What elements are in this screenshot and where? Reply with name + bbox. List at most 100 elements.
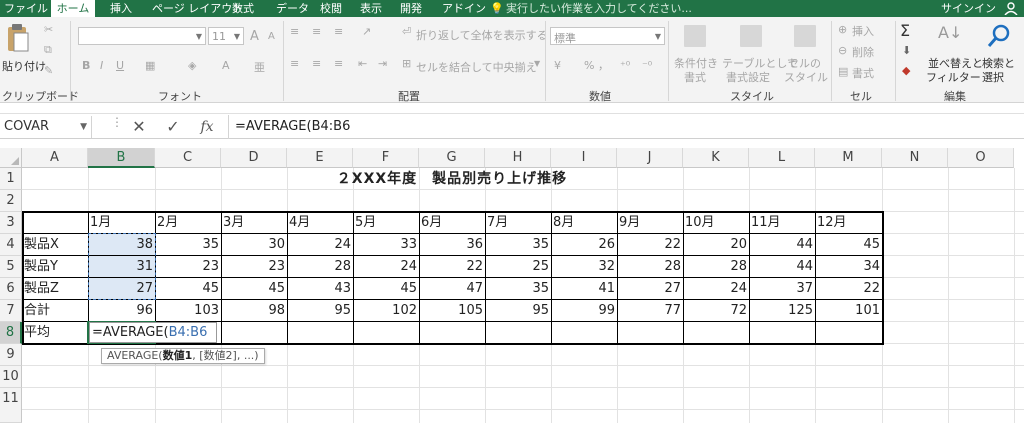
column-header-I[interactable]: I [551, 148, 617, 168]
cut-icon[interactable]: ✂ [44, 23, 53, 36]
row-header-9[interactable]: 9 [0, 344, 22, 366]
wrap-text-icon[interactable]: ⏎ [402, 25, 411, 38]
tab-2[interactable]: 挿入 [110, 0, 132, 17]
select-all-button[interactable] [0, 148, 22, 168]
name-box[interactable]: COVAR ▼ [0, 116, 92, 138]
tab-5[interactable]: データ [276, 0, 309, 17]
data-cell[interactable]: 24 [683, 278, 749, 300]
data-cell[interactable]: 28 [683, 256, 749, 278]
format-cells-icon[interactable]: ▤ [838, 65, 848, 78]
column-header-J[interactable]: J [617, 148, 683, 168]
total-cell[interactable]: 99 [551, 300, 617, 322]
insert-cells-icon[interactable]: ⊕ [838, 23, 847, 36]
total-cell[interactable]: 125 [749, 300, 815, 322]
data-cell[interactable]: 36 [419, 234, 485, 256]
total-cell[interactable]: 103 [155, 300, 221, 322]
data-cell[interactable]: 37 [749, 278, 815, 300]
find-select-button[interactable]: 検索と 選択 [978, 21, 1022, 85]
tab-9[interactable]: アドイン [442, 0, 486, 17]
comma-button[interactable]: ， [598, 57, 609, 73]
tab-6[interactable]: 校閲 [320, 0, 342, 17]
insert-function-button[interactable]: fx [196, 115, 218, 139]
tab-4[interactable]: 数式 [232, 0, 254, 17]
total-cell[interactable]: 96 [88, 300, 155, 322]
data-cell[interactable]: 20 [683, 234, 749, 256]
data-cell[interactable]: 47 [419, 278, 485, 300]
merge-icon[interactable]: ⊞ [402, 57, 411, 70]
data-cell[interactable]: 35 [155, 234, 221, 256]
data-cell[interactable]: 34 [815, 256, 882, 278]
indent-icon[interactable]: ⇤ [358, 57, 367, 70]
data-cell[interactable]: 41 [551, 278, 617, 300]
font-name-combo[interactable]: ▼ [78, 27, 206, 45]
sheet-title[interactable]: ２XXX年度 製品別売り上げ推移 [22, 168, 882, 190]
row-header-7[interactable]: 7 [0, 300, 22, 322]
tab-0[interactable]: ファイル [4, 0, 48, 17]
column-header-N[interactable]: N [882, 148, 948, 168]
tab-8[interactable]: 開発 [400, 0, 422, 17]
row-header-4[interactable]: 4 [0, 234, 22, 256]
border-icon[interactable]: ▦ [145, 59, 155, 72]
data-cell[interactable]: 22 [617, 234, 683, 256]
wrap-text-button[interactable]: 折り返して全体を表示する [416, 27, 548, 43]
chevron-down-icon[interactable]: ▼ [80, 116, 87, 138]
cell-edit-box[interactable]: =AVERAGE(B4:B6 [89, 322, 217, 343]
data-cell[interactable]: 27 [617, 278, 683, 300]
sort-filter-button[interactable]: A↓ 並べ替えと フィルター [926, 21, 983, 85]
paste-button[interactable]: 貼り付け [2, 21, 46, 81]
decrease-decimal-icon[interactable]: ⁻⁰ [642, 59, 652, 72]
data-cell[interactable]: 24 [353, 256, 419, 278]
column-header-A[interactable]: A [22, 148, 88, 168]
data-cell[interactable]: 35 [485, 278, 551, 300]
signin-link[interactable]: サインイン [941, 0, 996, 17]
cancel-button[interactable]: ✕ [128, 115, 150, 139]
total-cell[interactable]: 95 [287, 300, 353, 322]
data-cell[interactable]: 35 [485, 234, 551, 256]
row-header-8[interactable]: 8 [0, 322, 22, 344]
data-cell[interactable]: 45 [353, 278, 419, 300]
conditional-format-button[interactable]: 条件付き 書式 [672, 21, 720, 85]
total-cell[interactable]: 72 [683, 300, 749, 322]
increase-decimal-icon[interactable]: ⁺⁰ [620, 59, 630, 72]
font-color-button[interactable]: A [222, 59, 230, 72]
function-tooltip[interactable]: AVERAGE(数値1, [数値2], ...) [101, 348, 265, 364]
data-cell[interactable]: 28 [617, 256, 683, 278]
data-cell[interactable]: 25 [485, 256, 551, 278]
chevron-down-icon[interactable]: ▼ [534, 59, 540, 68]
autosum-button[interactable]: Σ [900, 21, 910, 40]
column-header-M[interactable]: M [815, 148, 882, 168]
outdent-icon[interactable]: ⇥ [378, 57, 387, 70]
column-header-O[interactable]: O [948, 148, 1014, 168]
row-header-3[interactable]: 3 [0, 212, 22, 234]
format-as-table-button[interactable]: テーブルとして 書式設定 [722, 21, 798, 85]
data-cell[interactable]: 24 [287, 234, 353, 256]
worksheet-grid[interactable]: A B C D E F G H I J K L M N O 1 2 3 4 5 6 7 8 9 10 11 ２XXX年度 製品別売り… [0, 148, 1024, 423]
clear-icon[interactable]: ◆ [902, 64, 910, 77]
column-header-H[interactable]: H [485, 148, 551, 168]
merge-center-button[interactable]: セルを結合して中央揃え [416, 59, 537, 75]
align-right-icon[interactable]: ≡ [334, 57, 343, 70]
data-cell[interactable]: 23 [155, 256, 221, 278]
row-header-2[interactable]: 2 [0, 190, 22, 212]
italic-button[interactable]: I [100, 59, 103, 72]
total-cell[interactable]: 98 [221, 300, 287, 322]
column-header-D[interactable]: D [221, 148, 287, 168]
total-cell[interactable]: 105 [419, 300, 485, 322]
total-cell[interactable]: 101 [815, 300, 882, 322]
align-left-icon[interactable]: ≡ [290, 57, 299, 70]
font-size-combo[interactable]: 11 ▼ [208, 27, 244, 45]
column-header-K[interactable]: K [683, 148, 749, 168]
column-header-L[interactable]: L [749, 148, 815, 168]
column-header-C[interactable]: C [155, 148, 221, 168]
phonetic-icon[interactable]: 亜 [254, 59, 265, 75]
grow-font-icon[interactable]: A [250, 29, 259, 44]
enter-button[interactable]: ✓ [162, 115, 184, 139]
user-icon[interactable] [1004, 2, 1018, 16]
copy-icon[interactable]: ⧉ [44, 43, 52, 57]
currency-icon[interactable]: ¥ [554, 59, 561, 72]
column-header-F[interactable]: F [353, 148, 419, 168]
row-header-6[interactable]: 6 [0, 278, 22, 300]
fill-color-icon[interactable]: ◈ [188, 59, 196, 72]
row-header-10[interactable]: 10 [0, 366, 22, 388]
formula-input[interactable]: =AVERAGE(B4:B6 [228, 115, 1024, 139]
